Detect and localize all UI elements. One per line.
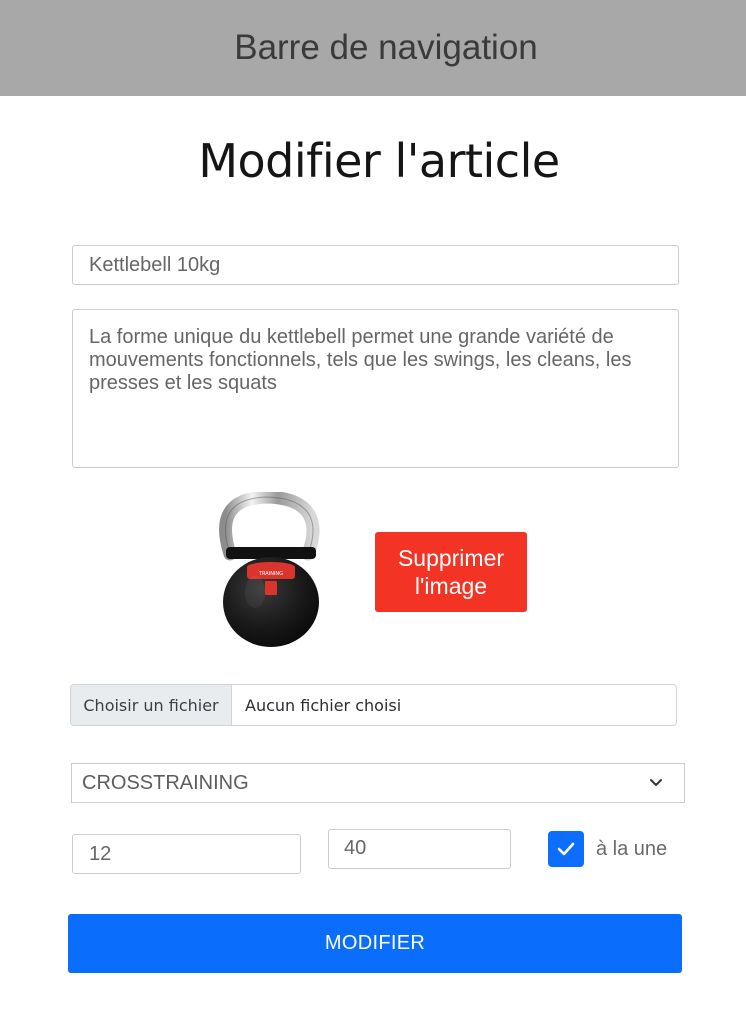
featured-checkbox[interactable] xyxy=(548,831,584,867)
navbar-label: Barre de navigation xyxy=(234,28,538,67)
description-textarea[interactable]: La forme unique du kettlebell permet une… xyxy=(72,309,679,468)
kettlebell-image: TRAINING xyxy=(219,492,320,647)
svg-text:TRAINING: TRAINING xyxy=(258,571,283,577)
page-title: Modifier l'article xyxy=(198,134,560,188)
choose-file-button[interactable]: Choisir un fichier xyxy=(71,685,232,725)
file-status: Aucun fichier choisi xyxy=(245,695,402,715)
delete-image-button[interactable]: Supprimer l'image xyxy=(375,532,527,612)
file-input[interactable]: Choisir un fichier Aucun fichier choisi xyxy=(70,684,677,726)
price-input[interactable]: 40 xyxy=(328,829,511,869)
check-icon xyxy=(557,842,575,856)
title-input[interactable]: Kettlebell 10kg xyxy=(72,245,679,285)
quantity-input[interactable]: 12 xyxy=(72,834,301,874)
featured-label: à la une xyxy=(596,838,668,860)
category-select[interactable]: CROSSTRAINING xyxy=(71,763,685,803)
navbar: Barre de navigation xyxy=(0,0,746,96)
chevron-down-icon xyxy=(650,779,662,786)
category-selected-value: CROSSTRAINING xyxy=(82,771,249,794)
submit-button[interactable]: MODIFIER xyxy=(68,914,682,973)
